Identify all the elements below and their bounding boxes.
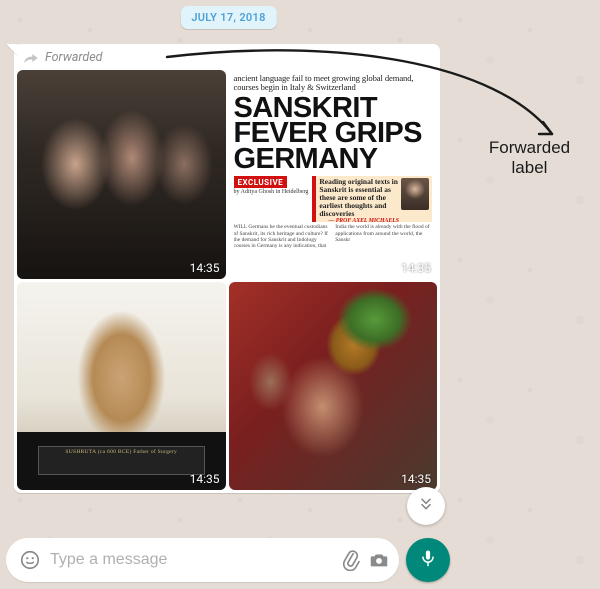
- newspaper-exclusive-badge: EXCLUSIVE: [234, 176, 288, 188]
- double-chevron-down-icon: [418, 496, 434, 516]
- date-divider: JULY 17, 2018: [180, 6, 276, 29]
- bubble-tail: [6, 44, 18, 56]
- paperclip-icon[interactable]: [337, 546, 365, 574]
- forwarded-label-text: Forwarded: [45, 50, 103, 65]
- image-timestamp: 14:35: [190, 261, 220, 275]
- newspaper-quote-photo: [401, 178, 429, 210]
- image-grid: 14:35 ancient language fail to meet grow…: [17, 70, 437, 490]
- newspaper-kicker: ancient language fail to meet growing gl…: [234, 74, 433, 93]
- chat-area: JULY 17, 2018 Forwarded 14:35 ancient la…: [0, 0, 457, 589]
- forwarded-label: Forwarded: [17, 47, 437, 70]
- newspaper-quote-attr: — PROF AXEL MICHAELS: [319, 218, 399, 224]
- forward-arrow-icon: [23, 51, 39, 65]
- newspaper-headline: SANSKRIT FEVER GRIPS GERMANY: [234, 96, 433, 173]
- image-timestamp: 14:35: [190, 472, 220, 486]
- image-thumbnail-2[interactable]: ancient language fail to meet growing gl…: [229, 70, 438, 279]
- scroll-to-bottom-button[interactable]: [407, 487, 445, 525]
- newspaper-pullquote: Reading original texts in Sanskrit is es…: [312, 176, 432, 222]
- image-thumbnail-1[interactable]: 14:35: [17, 70, 226, 279]
- newspaper-quote-text: Reading original texts in Sanskrit is es…: [319, 178, 399, 217]
- image-timestamp: 14:35: [401, 472, 431, 486]
- image-timestamp: 14:35: [401, 261, 431, 275]
- voice-message-button[interactable]: [406, 538, 450, 582]
- statue-plaque: SUSHRUTA (ca 600 BCE) Father of Surgery: [38, 446, 205, 475]
- camera-icon[interactable]: [365, 546, 393, 574]
- image-thumbnail-3[interactable]: SUSHRUTA (ca 600 BCE) Father of Surgery …: [17, 282, 226, 491]
- emoji-icon[interactable]: [16, 546, 44, 574]
- image-thumbnail-4[interactable]: 14:35: [229, 282, 438, 491]
- microphone-icon: [418, 548, 438, 572]
- incoming-message-bubble[interactable]: Forwarded 14:35 ancient language fail to…: [14, 44, 440, 493]
- message-input[interactable]: [44, 551, 337, 569]
- newspaper-byline: by Aditya Ghosh in Heidelberg: [234, 189, 309, 195]
- message-input-bar: [6, 538, 399, 582]
